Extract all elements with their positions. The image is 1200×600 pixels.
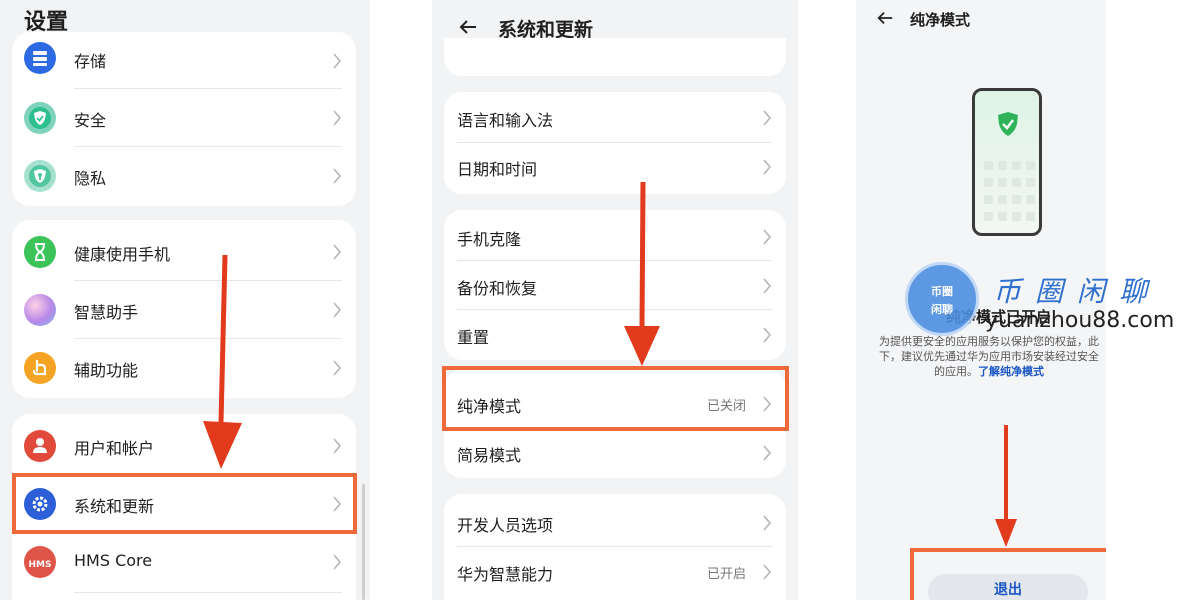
- watermark: 币圈 闲聊 币圈闲聊 yuanzhou88.com: [905, 262, 1175, 338]
- assistant-icon: [24, 294, 56, 326]
- chevron-right-icon: [333, 244, 342, 260]
- chevron-right-icon: [763, 327, 772, 343]
- system-item-label: 简易模式: [457, 446, 522, 465]
- chevron-right-icon: [333, 53, 342, 69]
- system-item-label: 备份和恢复: [457, 279, 538, 298]
- system-item-date-time[interactable]: 日期和时间: [444, 142, 786, 191]
- system-item-simple-mode[interactable]: 简易模式: [444, 428, 786, 477]
- scrollbar[interactable]: [362, 484, 365, 600]
- partial-card: [444, 38, 786, 76]
- system-item-label: 手机克隆: [457, 230, 522, 249]
- watermark-url: yuanzhou88.com: [985, 308, 1175, 333]
- chevron-right-icon: [333, 554, 342, 570]
- system-group-4: 开发人员选项 华为智慧能力 已开启: [444, 494, 786, 600]
- settings-item-privacy[interactable]: 隐私: [12, 147, 356, 205]
- storage-icon: [24, 42, 56, 74]
- system-item-label: 日期和时间: [457, 160, 538, 179]
- settings-item-label: 隐私: [74, 169, 107, 188]
- settings-item-hms-core[interactable]: HMS HMS Core: [12, 533, 356, 591]
- settings-item-label: 用户和帐户: [74, 439, 155, 458]
- watermark-logo-text-top: 币圈: [931, 285, 953, 298]
- user-icon: [24, 430, 56, 462]
- system-item-huawei-ai[interactable]: 华为智慧能力 已开启: [444, 547, 786, 596]
- settings-item-label: 安全: [74, 111, 107, 130]
- shield-check-icon: [998, 112, 1018, 136]
- system-item-phone-clone[interactable]: 手机克隆: [444, 212, 786, 261]
- chevron-right-icon: [333, 110, 342, 126]
- phone-illustration: [972, 88, 1042, 236]
- hourglass-icon: [24, 236, 56, 268]
- settings-item-label: 健康使用手机: [74, 245, 171, 264]
- system-item-label: 华为智慧能力: [457, 565, 554, 584]
- system-item-label: 语言和输入法: [457, 111, 554, 130]
- settings-item-label: 存储: [74, 52, 107, 71]
- highlight-box: [910, 548, 1106, 600]
- chevron-right-icon: [763, 278, 772, 294]
- chevron-right-icon: [763, 110, 772, 126]
- settings-item-digital-balance[interactable]: 健康使用手机: [12, 223, 356, 281]
- settings-item-storage[interactable]: 存储: [12, 32, 356, 90]
- highlight-box: [442, 366, 789, 431]
- system-group-2: 手机克隆 备份和恢复 重置: [444, 210, 786, 360]
- watermark-brand: 币圈闲聊: [993, 275, 1162, 308]
- watermark-logo: 币圈 闲聊: [905, 262, 979, 336]
- chevron-right-icon: [763, 229, 772, 245]
- chevron-right-icon: [763, 515, 772, 531]
- chevron-right-icon: [763, 564, 772, 580]
- system-item-developer-options[interactable]: 开发人员选项: [444, 498, 786, 547]
- chevron-right-icon: [333, 302, 342, 318]
- down-arrow-annotation: [203, 255, 242, 469]
- description-text: 为提供更安全的应用服务以保护您的权益，此下，建议优先通过华为应用市场安装经过安全…: [874, 334, 1104, 379]
- highlight-box: [12, 473, 357, 534]
- page-title: 纯净模式: [910, 11, 971, 29]
- system-item-language-input[interactable]: 语言和输入法: [444, 93, 786, 142]
- system-group-1: 语言和输入法 日期和时间: [444, 92, 786, 194]
- system-item-label: 重置: [457, 328, 490, 347]
- hms-icon: HMS: [24, 546, 56, 578]
- privacy-icon: [24, 160, 56, 192]
- settings-item-users-accounts[interactable]: 用户和帐户: [12, 417, 356, 475]
- settings-item-label: HMS Core: [74, 551, 153, 570]
- system-item-backup-restore[interactable]: 备份和恢复: [444, 261, 786, 310]
- system-item-reset[interactable]: 重置: [444, 310, 786, 359]
- settings-item-accessibility[interactable]: 辅助功能: [12, 339, 356, 397]
- chevron-right-icon: [763, 445, 772, 461]
- settings-group-2: 健康使用手机 智慧助手 辅助功能: [12, 220, 356, 398]
- chevron-right-icon: [333, 168, 342, 184]
- settings-item-label: 智慧助手: [74, 303, 139, 322]
- settings-panel: 设置 存储 安全 隐私 健康使用手机 智慧助手 辅助功能 用户和帐户 系统和更新…: [0, 0, 370, 600]
- settings-item-label: 辅助功能: [74, 361, 139, 380]
- accessibility-icon: [24, 352, 56, 384]
- chevron-right-icon: [333, 360, 342, 376]
- back-arrow-icon[interactable]: [876, 9, 896, 29]
- settings-group-1: 存储 安全 隐私: [12, 32, 356, 206]
- shield-icon: [24, 102, 56, 134]
- status-value: 已开启: [706, 567, 746, 582]
- divider: [74, 592, 342, 593]
- settings-item-smart-assistant[interactable]: 智慧助手: [12, 281, 356, 339]
- watermark-logo-text-bottom: 闲聊: [931, 303, 953, 316]
- learn-more-link[interactable]: 了解纯净模式: [978, 365, 1044, 378]
- settings-item-security[interactable]: 安全: [12, 89, 356, 147]
- chevron-right-icon: [333, 438, 342, 454]
- back-arrow-icon[interactable]: [458, 17, 478, 37]
- down-arrow-annotation: [624, 182, 660, 366]
- system-item-label: 开发人员选项: [457, 516, 554, 535]
- hms-badge-text: HMS: [28, 560, 52, 570]
- down-arrow-annotation: [995, 425, 1017, 547]
- system-update-panel: 系统和更新 语言和输入法 日期和时间 手机克隆 备份和恢复 重置 纯净模式 已关…: [432, 0, 798, 600]
- chevron-right-icon: [763, 159, 772, 175]
